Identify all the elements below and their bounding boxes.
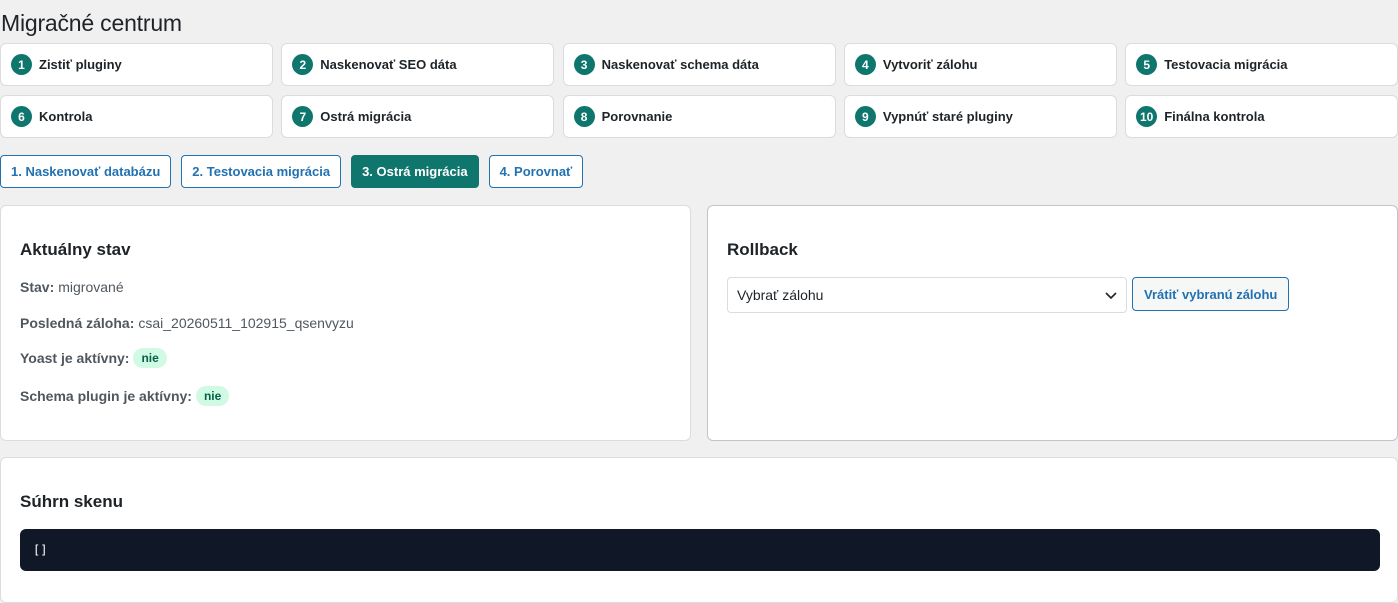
current-status-title: Aktuálny stav (20, 240, 131, 259)
step-label: Vypnúť staré pluginy (882, 109, 1013, 124)
backup-select[interactable]: Vybrať zálohu (727, 277, 1127, 313)
step-number-badge: 6 (11, 106, 32, 127)
schema-plugin-active-row: Schema plugin je aktívny: nie (20, 386, 230, 406)
step-number-badge: 10 (1136, 106, 1158, 127)
backup-select-value: Vybrať zálohu (737, 287, 824, 303)
rollback-title: Rollback (727, 240, 798, 259)
migration-tabs: 1. Naskenovať databázu 2. Testovacia mig… (0, 155, 584, 188)
yoast-active-label: Yoast je aktívny: (20, 350, 130, 366)
scan-summary-card: Súhrn skenu [] (0, 457, 1398, 603)
step-label: Naskenovať SEO dáta (320, 57, 457, 72)
tab-live-migration[interactable]: 3. Ostrá migrácia (351, 155, 479, 188)
step-number-badge: 3 (573, 54, 595, 75)
step-label: Zistiť pluginy (39, 57, 122, 72)
current-status-card: Aktuálny stav Stav: migrované Posledná z… (0, 205, 691, 441)
step-5[interactable]: 5 Testovacia migrácia (1125, 43, 1398, 86)
yoast-status-badge: nie (133, 348, 167, 368)
tab-scan-database[interactable]: 1. Naskenovať databázu (0, 155, 172, 188)
last-backup-label: Posledná záloha: (20, 315, 135, 331)
step-3[interactable]: 3 Naskenovať schema dáta (562, 43, 836, 86)
yoast-active-row: Yoast je aktívny: nie (20, 348, 167, 368)
step-8[interactable]: 8 Porovnanie (562, 95, 836, 138)
step-number-badge: 7 (292, 106, 314, 127)
step-number-badge: 1 (11, 54, 32, 75)
state-value: migrované (58, 279, 124, 295)
rollback-card: Rollback Vybrať zálohu Vrátiť vybranú zá… (707, 205, 1398, 441)
chevron-down-icon (1105, 292, 1117, 300)
step-label: Porovnanie (601, 109, 673, 124)
step-10[interactable]: 10 Finálna kontrola (1125, 95, 1398, 138)
step-number-badge: 8 (573, 106, 595, 127)
step-number-badge: 9 (854, 106, 876, 127)
scan-summary-code: [] (20, 529, 1380, 571)
schema-plugin-active-label: Schema plugin je aktívny: (20, 388, 192, 404)
step-label: Vytvoriť zálohu (882, 57, 978, 72)
page-title: Migračné centrum (1, 10, 182, 36)
step-4[interactable]: 4 Vytvoriť zálohu (843, 43, 1117, 86)
step-label: Naskenovať schema dáta (601, 57, 759, 72)
step-7[interactable]: 7 Ostrá migrácia (281, 95, 555, 138)
steps-grid: 1 Zistiť pluginy 2 Naskenovať SEO dáta 3… (0, 43, 1398, 138)
step-label: Testovacia migrácia (1164, 57, 1288, 72)
scan-summary-title: Súhrn skenu (20, 492, 123, 511)
step-6[interactable]: 6 Kontrola (0, 95, 273, 138)
restore-backup-button[interactable]: Vrátiť vybranú zálohu (1132, 277, 1290, 311)
step-number-badge: 4 (854, 54, 876, 75)
last-backup-value: csai_20260511_102915_qsenvyzu (138, 315, 354, 331)
step-number-badge: 2 (292, 54, 314, 75)
step-label: Ostrá migrácia (320, 109, 412, 124)
tab-test-migration[interactable]: 2. Testovacia migrácia (181, 155, 342, 188)
state-label: Stav: (20, 279, 55, 295)
step-2[interactable]: 2 Naskenovať SEO dáta (281, 43, 555, 86)
state-row: Stav: migrované (20, 279, 124, 295)
step-label: Kontrola (39, 109, 93, 124)
step-label: Finálna kontrola (1164, 109, 1265, 124)
step-1[interactable]: 1 Zistiť pluginy (0, 43, 273, 86)
schema-plugin-status-badge: nie (195, 386, 230, 406)
last-backup-row: Posledná záloha: csai_20260511_102915_qs… (20, 315, 354, 331)
step-9[interactable]: 9 Vypnúť staré pluginy (843, 95, 1117, 138)
step-number-badge: 5 (1136, 54, 1158, 75)
tab-compare[interactable]: 4. Porovnať (488, 155, 584, 188)
